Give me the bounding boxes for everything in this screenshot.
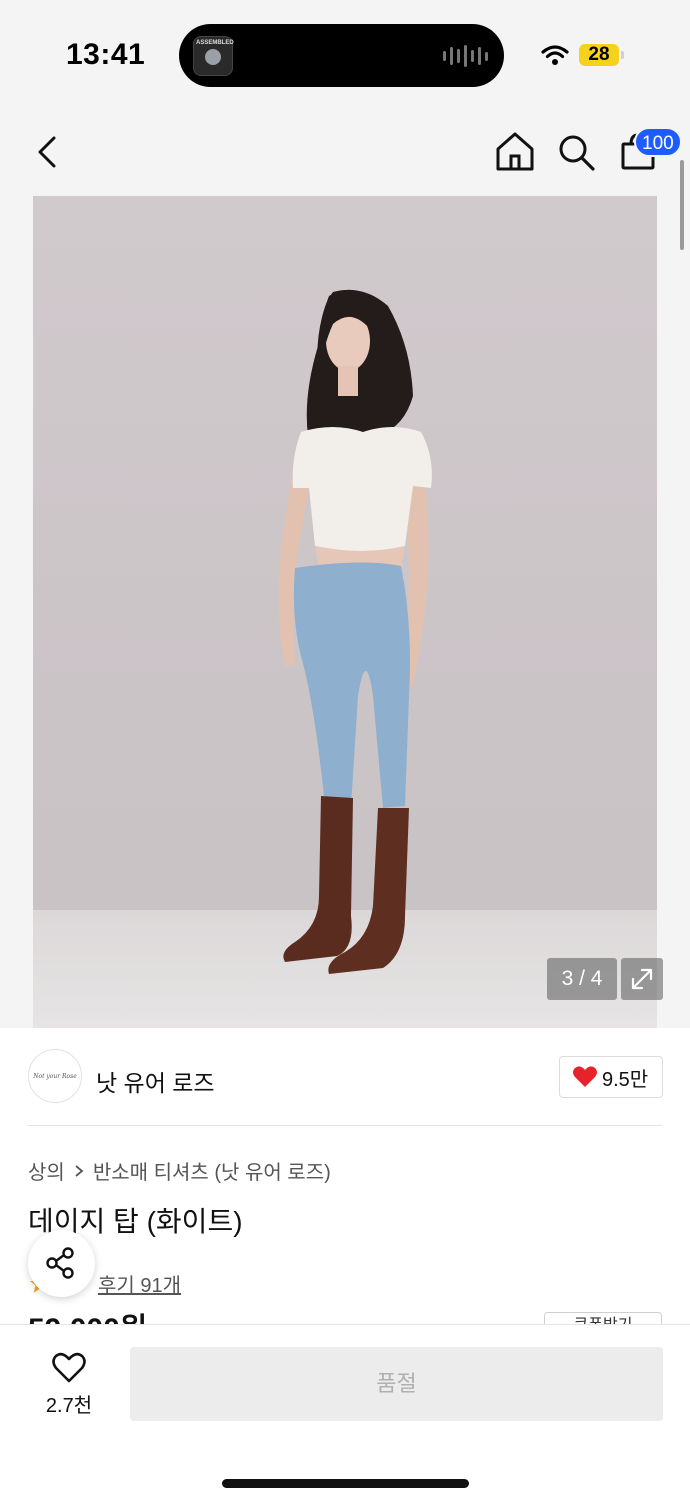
image-counter: 3 / 4 [547, 958, 617, 1000]
brand-row: Not your Rose 낫 유어 로즈 9.5만 [0, 1028, 690, 1126]
sold-out-button[interactable]: 품절 [130, 1347, 663, 1421]
back-icon[interactable] [32, 130, 68, 174]
battery-cap [621, 51, 624, 59]
model-figure-illustration [278, 289, 432, 974]
now-playing-art-title: ASSEMBLED [196, 40, 234, 46]
share-button[interactable] [28, 1230, 95, 1297]
brand-like-count: 9.5만 [602, 1068, 649, 1091]
brand-logo-text: Not your Rose [33, 1072, 77, 1080]
coupon-button[interactable]: 쿠폰받기 [544, 1312, 662, 1324]
product-gallery[interactable]: 3 / 4 [0, 196, 690, 1028]
brand-name-link[interactable]: 낫 유어 로즈 [96, 1064, 215, 1098]
product-photo[interactable] [33, 196, 657, 1028]
section-divider [28, 1125, 662, 1126]
dynamic-island[interactable]: ASSEMBLED [179, 24, 504, 87]
product-price: 59,000원 [28, 1310, 147, 1324]
wifi-icon [541, 45, 569, 65]
audio-waveform-icon [443, 44, 488, 68]
review-count-link[interactable]: 후기 91개 [98, 1269, 181, 1298]
now-playing-artwork: ASSEMBLED [193, 36, 234, 76]
brand-like-button[interactable]: 9.5만 [559, 1056, 663, 1098]
battery-indicator: 28 [579, 44, 619, 66]
home-icon[interactable] [494, 130, 536, 174]
heart-icon [573, 1066, 597, 1087]
page-scrollbar[interactable] [680, 160, 684, 250]
share-icon [46, 1247, 74, 1279]
heart-outline-icon [52, 1352, 86, 1383]
bottom-action-bar: 2.7천 품절 [0, 1324, 690, 1500]
brand-logo[interactable]: Not your Rose [28, 1049, 82, 1103]
wishlist-button[interactable]: 2.7천 [30, 1347, 108, 1421]
breadcrumb: 상의 반소매 티셔츠 (낫 유어 로즈) [28, 1156, 331, 1185]
cart-count-badge: 100 [634, 127, 682, 157]
expand-icon [631, 968, 653, 990]
wishlist-count: 2.7천 [45, 1395, 93, 1417]
breadcrumb-category[interactable]: 상의 [28, 1156, 65, 1185]
expand-button[interactable] [621, 958, 663, 1000]
status-bar: 13:41 ASSEMBLED 28 [0, 0, 690, 110]
home-indicator[interactable] [222, 1479, 469, 1488]
status-time: 13:41 [66, 38, 146, 71]
top-nav-bar: 100 [0, 110, 690, 196]
chevron-right-icon [75, 1164, 84, 1177]
breadcrumb-subcategory[interactable]: 반소매 티셔츠 (낫 유어 로즈) [93, 1156, 331, 1185]
search-icon[interactable] [556, 130, 598, 174]
